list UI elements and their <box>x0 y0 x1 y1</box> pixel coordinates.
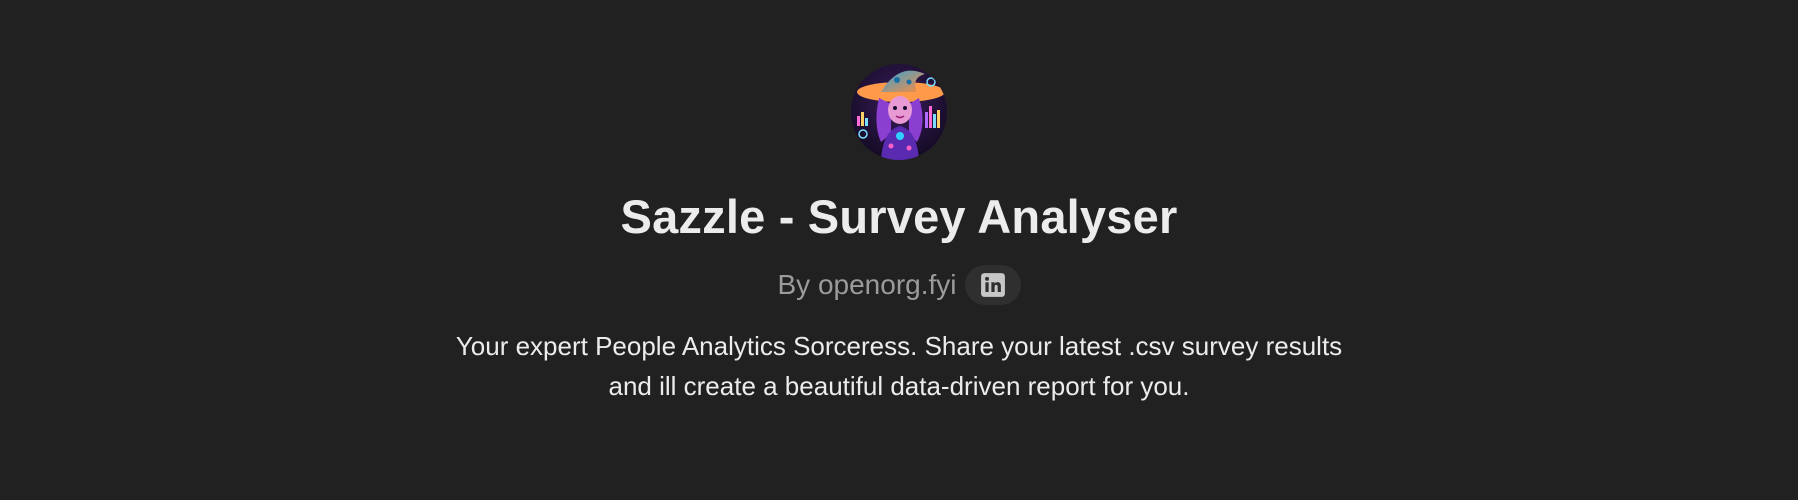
linkedin-icon <box>980 273 1005 297</box>
sorceress-avatar-icon <box>851 64 947 160</box>
author-byline: By openorg.fyi <box>778 264 1021 306</box>
author-link[interactable]: By openorg.fyi <box>778 268 957 302</box>
linkedin-button[interactable] <box>964 265 1021 305</box>
gpt-profile-header: Sazzle - Survey Analyser By openorg.fyi … <box>0 0 1798 500</box>
gpt-avatar <box>851 64 947 160</box>
gpt-description: Your expert People Analytics Sorceress. … <box>455 331 1343 401</box>
gpt-title: Sazzle - Survey Analyser <box>620 190 1178 243</box>
